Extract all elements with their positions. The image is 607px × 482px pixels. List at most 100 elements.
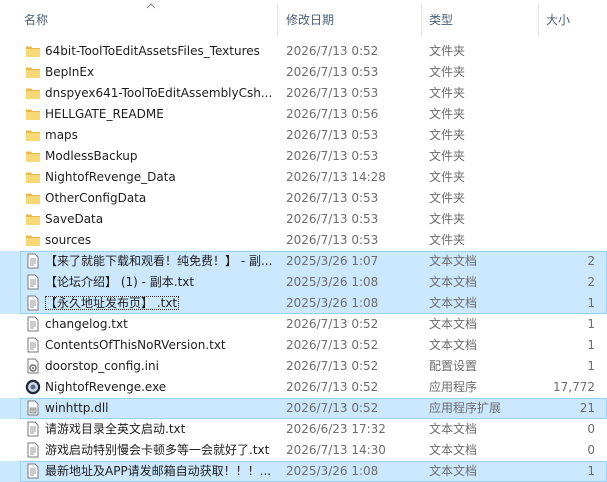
folder-row[interactable]: 64bit-ToolToEditAssetsFiles_Textures 2026…: [0, 41, 607, 62]
file-size: 1: [587, 359, 595, 373]
modified-date: 2026/7/13 0:52: [286, 380, 379, 394]
file-row[interactable]: changelog.txt 2026/7/13 0:52 文本文档 1: [0, 314, 607, 335]
folder-row[interactable]: maps 2026/7/13 0:53 文件夹: [0, 125, 607, 146]
modified-date: 2026/7/13 14:28: [286, 170, 386, 184]
folder-icon: [25, 190, 41, 206]
file-type: 文件夹: [429, 149, 466, 163]
file-type: 文本文档: [429, 422, 478, 436]
file-size: 21: [579, 401, 595, 415]
modified-date: 2025/3/26 1:08: [286, 464, 379, 478]
modified-date: 2026/7/13 0:53: [286, 149, 379, 163]
text-file-icon: [25, 442, 41, 458]
folder-row[interactable]: OtherConfigData 2026/7/13 0:53 文件夹: [0, 188, 607, 209]
file-row[interactable]: 【论坛介绍】 (1) - 副本.txt 2025/3/26 1:08 文本文档 2: [0, 272, 607, 293]
folder-row[interactable]: NightofRevenge_Data 2026/7/13 14:28 文件夹: [0, 167, 607, 188]
folder-icon: [25, 64, 41, 80]
file-type: 文件夹: [429, 170, 466, 184]
modified-date: 2026/7/13 0:53: [286, 233, 379, 247]
sort-ascending-icon[interactable]: [146, 2, 156, 10]
text-file-icon: [25, 316, 41, 332]
modified-date: 2026/7/13 0:52: [286, 338, 379, 352]
modified-date: 2025/3/26 1:08: [286, 296, 379, 310]
text-file-icon: [25, 295, 41, 311]
file-type: 文本文档: [429, 338, 478, 352]
file-type: 文件夹: [429, 191, 466, 205]
file-name: dnspyex641-ToolToEditAssemblyCsh...: [45, 86, 273, 100]
file-name: 64bit-ToolToEditAssetsFiles_Textures: [45, 44, 260, 58]
file-name: 请游戏目录全英文启动.txt: [45, 422, 186, 436]
file-type: 应用程序: [429, 380, 478, 394]
folder-row[interactable]: dnspyex641-ToolToEditAssemblyCsh... 2026/…: [0, 83, 607, 104]
file-row[interactable]: 最新地址及APP请发邮箱自动获取！！！... 2025/3/26 1:08 文本文档…: [0, 461, 607, 482]
file-size: 1: [587, 317, 595, 331]
column-divider[interactable]: [538, 4, 539, 36]
app-icon: [25, 379, 41, 395]
column-size-header[interactable]: 大小: [546, 0, 570, 40]
file-row[interactable]: doorstop_config.ini 2026/7/13 0:52 配置设置 1: [0, 356, 607, 377]
file-size: 2: [587, 254, 595, 268]
file-row[interactable]: 【来了就能下载和观看！纯免费！】 - 副... 2025/3/26 1:07 文本文…: [0, 251, 607, 272]
text-file-icon: [25, 274, 41, 290]
file-row[interactable]: NightofRevenge.exe 2026/7/13 0:52 应用程序 17,7…: [0, 377, 607, 398]
file-name: 【来了就能下载和观看！纯免费！】 - 副...: [45, 254, 273, 268]
file-type: 应用程序扩展: [429, 401, 502, 415]
config-file-icon: [25, 358, 41, 374]
text-file-icon: [25, 337, 41, 353]
text-file-icon: [25, 463, 41, 479]
file-name: 最新地址及APP请发邮箱自动获取！！！...: [45, 464, 272, 478]
folder-row[interactable]: SaveData 2026/7/13 0:53 文件夹: [0, 209, 607, 230]
column-divider[interactable]: [421, 4, 422, 36]
text-file-icon: [25, 253, 41, 269]
file-row[interactable]: winhttp.dll 2026/7/13 0:52 应用程序扩展 21: [0, 398, 607, 419]
modified-date: 2026/7/13 0:53: [286, 65, 379, 79]
modified-date: 2026/7/13 0:52: [286, 317, 379, 331]
folder-row[interactable]: ModlessBackup 2026/7/13 0:53 文件夹: [0, 146, 607, 167]
folder-icon: [25, 148, 41, 164]
file-size: 1: [587, 464, 595, 478]
file-name: sources: [45, 233, 92, 247]
column-name-header[interactable]: 名称: [24, 0, 48, 40]
folder-icon: [25, 85, 41, 101]
folder-row[interactable]: sources 2026/7/13 0:53 文件夹: [0, 230, 607, 251]
column-date-header[interactable]: 修改日期: [286, 0, 334, 40]
file-name: HELLGATE_README: [45, 107, 164, 121]
file-name: SaveData: [45, 212, 104, 226]
file-type: 文本文档: [429, 317, 478, 331]
file-size: 0: [587, 443, 595, 457]
file-type: 文件夹: [429, 107, 466, 121]
file-name: maps: [45, 128, 78, 142]
modified-date: 2026/7/13 0:53: [286, 191, 379, 205]
file-name: ContentsOfThisNoRVersion.txt: [45, 338, 226, 352]
file-name: NightofRevenge.exe: [45, 380, 167, 394]
file-row[interactable]: 【永久地址发布页】 .txt 2025/3/26 1:08 文本文档 1: [0, 293, 607, 314]
file-name: BepInEx: [45, 65, 95, 79]
text-file-icon: [25, 421, 41, 437]
folder-icon: [25, 106, 41, 122]
dll-file-icon: [25, 400, 41, 416]
file-type: 文件夹: [429, 44, 466, 58]
modified-date: 2026/7/13 0:53: [286, 128, 379, 142]
file-name: 游戏启动特别慢会卡顿多等一会就好了.txt: [45, 443, 270, 457]
modified-date: 2026/7/13 0:52: [286, 401, 379, 415]
file-size: 1: [587, 296, 595, 310]
file-type: 文件夹: [429, 128, 466, 142]
folder-row[interactable]: BepInEx 2026/7/13 0:53 文件夹: [0, 62, 607, 83]
column-type-header[interactable]: 类型: [429, 0, 453, 40]
file-row[interactable]: 请游戏目录全英文启动.txt 2026/6/23 17:32 文本文档 0: [0, 419, 607, 440]
file-type: 文件夹: [429, 86, 466, 100]
folder-row[interactable]: HELLGATE_README 2026/7/13 0:56 文件夹: [0, 104, 607, 125]
folder-icon: [25, 232, 41, 248]
file-row[interactable]: ContentsOfThisNoRVersion.txt 2026/7/13 0:…: [0, 335, 607, 356]
column-divider[interactable]: [277, 4, 278, 36]
modified-date: 2026/7/13 0:52: [286, 359, 379, 373]
file-type: 文本文档: [429, 296, 478, 310]
column-header: 名称 修改日期 类型 大小: [0, 0, 607, 40]
folder-icon: [25, 43, 41, 59]
file-size: 17,772: [553, 380, 595, 394]
file-name: doorstop_config.ini: [45, 359, 159, 373]
file-size: 0: [587, 422, 595, 436]
file-size: 2: [587, 275, 595, 289]
file-row[interactable]: 游戏启动特别慢会卡顿多等一会就好了.txt 2026/7/13 14:30 文本文档…: [0, 440, 607, 461]
focused-file-name: 【永久地址发布页】 .txt: [45, 296, 180, 310]
file-name: winhttp.dll: [45, 401, 109, 415]
